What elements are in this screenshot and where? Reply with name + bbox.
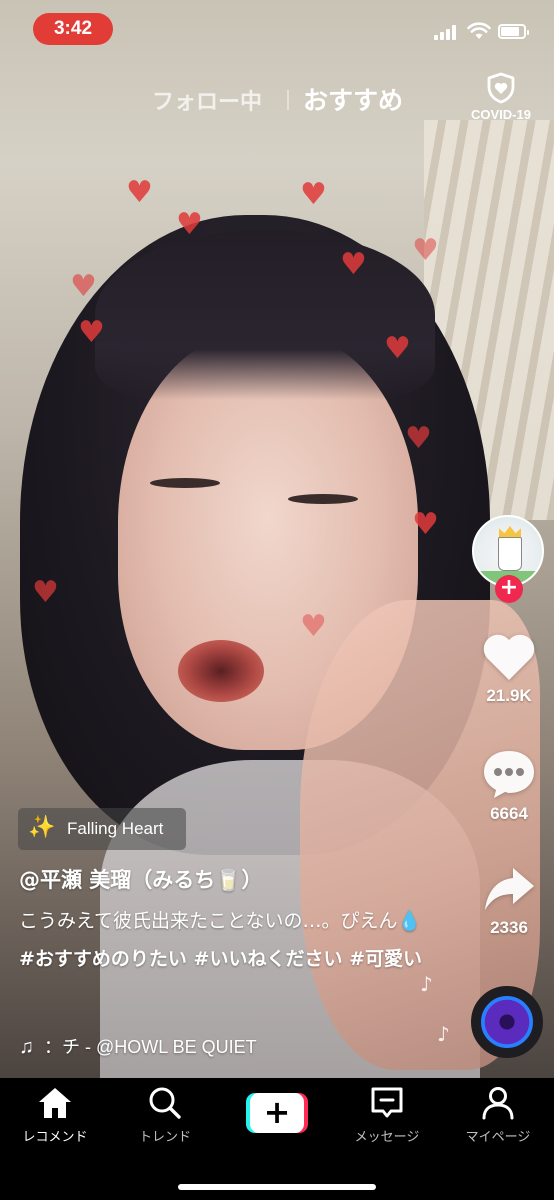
falling-heart-effect-icon: ♥ xyxy=(176,207,203,242)
covid-info-button[interactable]: COVID-19 xyxy=(466,72,536,128)
nav-label-trend: トレンド xyxy=(138,1130,191,1145)
falling-heart-effect-icon: ♥ xyxy=(300,609,327,644)
effect-label: Falling Heart xyxy=(67,819,164,838)
home-icon xyxy=(39,1088,71,1118)
inbox-icon xyxy=(371,1087,403,1118)
effect-tag[interactable]: ✨ Falling Heart xyxy=(18,808,186,850)
wifi-icon xyxy=(467,22,491,39)
comment-bubble-icon xyxy=(484,751,534,798)
falling-heart-effect-icon: ♥ xyxy=(78,315,105,350)
nav-label-messages: メッセージ xyxy=(354,1130,420,1145)
tab-for-you[interactable]: おすすめ xyxy=(303,81,403,117)
sound-title: ：チ - @HOWL BE QUIET xyxy=(44,1037,257,1057)
battery-icon xyxy=(498,24,529,39)
comment-count: 6664 xyxy=(490,804,528,823)
heart-icon xyxy=(483,634,535,680)
avatar-cup-graphic xyxy=(498,537,522,571)
sound-disc-button[interactable] xyxy=(471,986,543,1058)
nav-item-recommend[interactable]: レコメンド xyxy=(0,1086,110,1145)
video-subject-eye xyxy=(288,494,358,504)
music-note-icon: ♫ xyxy=(19,1036,34,1058)
video-subject-eye xyxy=(150,478,220,488)
nav-label-mypage: マイページ xyxy=(465,1130,531,1145)
shield-heart-icon xyxy=(487,72,515,104)
video-subject-mouth xyxy=(178,640,264,702)
falling-heart-effect-icon: ♥ xyxy=(405,421,432,456)
nav-item-mypage[interactable]: マイページ xyxy=(443,1086,553,1145)
search-icon xyxy=(149,1087,181,1119)
falling-heart-effect-icon: ♥ xyxy=(300,177,327,212)
status-time[interactable]: 3:42 xyxy=(33,13,113,45)
home-indicator[interactable] xyxy=(178,1184,376,1190)
nav-label-recommend: レコメンド xyxy=(22,1130,88,1145)
falling-heart-effect-icon: ♥ xyxy=(412,233,439,268)
tab-following[interactable]: フォロー中 xyxy=(152,84,262,116)
falling-heart-effect-icon: ♥ xyxy=(126,175,153,210)
follow-plus-button[interactable]: + xyxy=(495,575,523,603)
falling-heart-effect-icon: ♥ xyxy=(340,247,367,282)
falling-heart-effect-icon: ♥ xyxy=(412,507,439,542)
like-count: 21.9K xyxy=(486,686,532,705)
video-subject-bangs xyxy=(95,230,435,400)
falling-heart-effect-icon: ♥ xyxy=(384,331,411,366)
nav-item-trend[interactable]: トレンド xyxy=(110,1086,220,1145)
creator-username[interactable]: @平瀬 美瑠（みるち🥛） xyxy=(19,864,262,894)
sparkle-wand-icon: ✨ xyxy=(28,815,56,840)
caption-text: こうみえて彼氏出来たことないの…。ぴえん💧 xyxy=(19,910,422,932)
caption-hashtags[interactable]: #おすすめのりたい #いいねください #可愛い xyxy=(19,948,422,970)
sound-marquee[interactable]: ♫ ：チ - @HOWL BE QUIET xyxy=(19,1033,257,1059)
covid-label: COVID-19 xyxy=(471,107,531,122)
share-count: 2336 xyxy=(490,918,528,937)
falling-heart-effect-icon: ♥ xyxy=(70,269,97,304)
floating-music-note-icon: ♪ xyxy=(437,1022,450,1046)
comment-button[interactable]: 6664 xyxy=(470,748,548,824)
share-button[interactable]: 2336 xyxy=(470,864,548,938)
tab-divider xyxy=(287,90,289,110)
cellular-signal-icon xyxy=(434,24,460,40)
share-arrow-icon xyxy=(485,868,534,910)
nav-item-messages[interactable]: メッセージ xyxy=(332,1086,442,1145)
falling-heart-effect-icon: ♥ xyxy=(32,575,59,610)
bottom-nav: レコメンド トレンド + メッセージ マイページ xyxy=(0,1078,554,1200)
post-caption[interactable]: こうみえて彼氏出来たことないの…。ぴえん💧 #おすすめのりたい #いいねください… xyxy=(19,902,429,978)
like-button[interactable]: 21.9K xyxy=(470,632,548,706)
create-plus-icon: + xyxy=(250,1093,304,1133)
profile-icon xyxy=(482,1087,514,1120)
status-bar: 3:42 xyxy=(0,0,554,60)
create-post-button[interactable]: + xyxy=(246,1093,308,1133)
